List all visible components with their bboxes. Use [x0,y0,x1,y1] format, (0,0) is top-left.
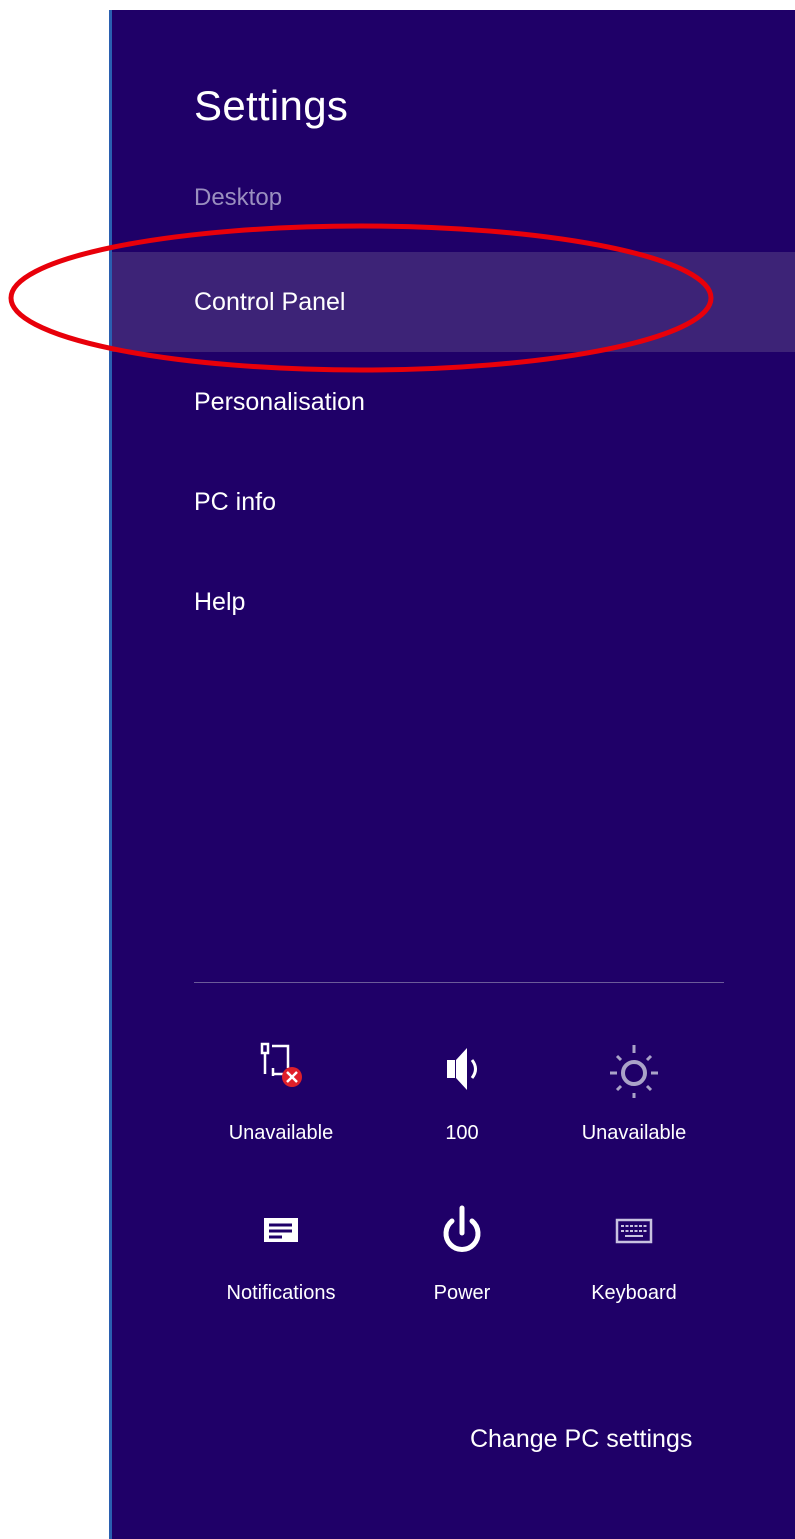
change-pc-settings-link[interactable]: Change PC settings [470,1425,692,1454]
network-tile[interactable]: Unavailable [206,1040,356,1145]
volume-tile[interactable]: 100 [387,1040,537,1145]
power-label: Power [433,1282,491,1304]
network-label: Unavailable [228,1122,334,1144]
menu-item-control-panel[interactable]: Control Panel [112,252,795,352]
panel-subtitle: Desktop [194,184,283,211]
notifications-tile[interactable]: Notifications [206,1200,356,1305]
keyboard-icon [615,1218,653,1244]
volume-label: 100 [445,1122,479,1144]
keyboard-tile[interactable]: Keyboard [559,1200,709,1305]
menu-item-label: Personalisation [194,387,365,416]
menu-item-help[interactable]: Help [112,552,795,652]
power-tile[interactable]: Power [387,1200,537,1305]
brightness-label: Unavailable [581,1122,687,1144]
notifications-label: Notifications [226,1282,336,1304]
panel-title: Settings [194,82,349,129]
brightness-icon [610,1045,658,1098]
divider [194,982,724,983]
menu-item-label: PC info [194,487,276,516]
settings-charm-panel [112,10,795,1539]
menu-item-pc-info[interactable]: PC info [112,452,795,552]
keyboard-label: Keyboard [591,1282,677,1304]
notifications-icon [264,1218,298,1242]
menu-item-personalisation[interactable]: Personalisation [112,352,795,452]
volume-icon [447,1048,477,1090]
brightness-tile: Unavailable [559,1040,709,1145]
network-unavailable-icon [260,1042,302,1087]
power-icon [443,1205,481,1252]
menu-item-label: Help [194,587,246,616]
menu-item-label: Control Panel [194,287,346,316]
